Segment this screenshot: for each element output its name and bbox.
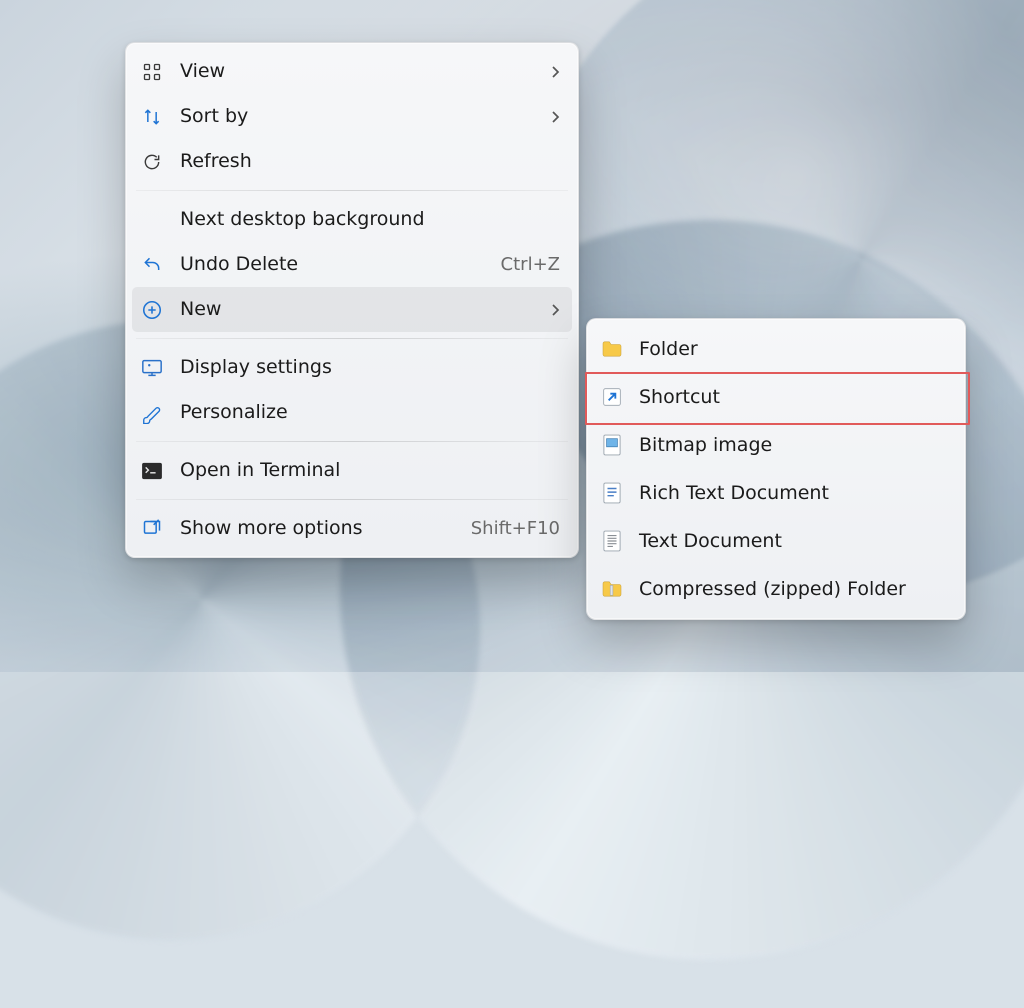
menu-item-display-settings[interactable]: Display settings (126, 345, 578, 390)
grid-icon (140, 60, 164, 84)
submenu-item-label: Folder (639, 327, 947, 372)
submenu-item-label: Rich Text Document (639, 471, 947, 516)
menu-item-personalize[interactable]: Personalize (126, 390, 578, 435)
sort-icon (140, 105, 164, 129)
menu-item-open-in-terminal[interactable]: Open in Terminal (126, 448, 578, 493)
menu-item-label: Personalize (180, 390, 560, 435)
rtf-icon (601, 482, 623, 504)
menu-item-label: Sort by (180, 94, 534, 139)
menu-separator (136, 441, 568, 442)
zip-folder-icon (601, 578, 623, 600)
menu-separator (136, 338, 568, 339)
folder-icon (601, 338, 623, 360)
menu-item-sort-by[interactable]: Sort by (126, 94, 578, 139)
submenu-item-label: Shortcut (639, 375, 947, 420)
terminal-icon (140, 459, 164, 483)
menu-item-label: Display settings (180, 345, 560, 390)
show-more-icon (140, 517, 164, 541)
submenu-item-rtf[interactable]: Rich Text Document (587, 469, 965, 517)
menu-item-new[interactable]: New (132, 287, 572, 332)
undo-icon (140, 253, 164, 277)
menu-item-label: Open in Terminal (180, 448, 560, 493)
submenu-item-label: Bitmap image (639, 423, 947, 468)
menu-separator (136, 499, 568, 500)
blank-icon (140, 208, 164, 232)
chevron-right-icon (550, 109, 560, 125)
menu-item-label: New (180, 287, 534, 332)
menu-item-undo-delete[interactable]: Undo Delete Ctrl+Z (126, 242, 578, 287)
menu-item-accelerator: Ctrl+Z (501, 242, 560, 287)
new-submenu: Folder Shortcut Bitmap image Rich Text D… (586, 318, 966, 620)
submenu-item-folder[interactable]: Folder (587, 325, 965, 373)
submenu-item-shortcut[interactable]: Shortcut (587, 373, 965, 421)
text-doc-icon (601, 530, 623, 552)
submenu-item-label: Compressed (zipped) Folder (639, 567, 947, 612)
chevron-right-icon (550, 64, 560, 80)
submenu-item-bitmap[interactable]: Bitmap image (587, 421, 965, 469)
menu-item-label: View (180, 49, 534, 94)
menu-item-show-more-options[interactable]: Show more options Shift+F10 (126, 506, 578, 551)
menu-item-next-desktop-bg[interactable]: Next desktop background (126, 197, 578, 242)
menu-item-refresh[interactable]: Refresh (126, 139, 578, 184)
menu-item-view[interactable]: View (126, 49, 578, 94)
bitmap-icon (601, 434, 623, 456)
submenu-item-zip-folder[interactable]: Compressed (zipped) Folder (587, 565, 965, 613)
menu-item-label: Refresh (180, 139, 560, 184)
menu-separator (136, 190, 568, 191)
menu-item-label: Show more options (180, 506, 455, 551)
menu-item-label: Next desktop background (180, 197, 560, 242)
refresh-icon (140, 150, 164, 174)
chevron-right-icon (550, 302, 560, 318)
shortcut-icon (601, 386, 623, 408)
submenu-item-text-document[interactable]: Text Document (587, 517, 965, 565)
display-settings-icon (140, 356, 164, 380)
menu-item-label: Undo Delete (180, 242, 485, 287)
submenu-item-label: Text Document (639, 519, 947, 564)
new-icon (140, 298, 164, 322)
personalize-icon (140, 401, 164, 425)
desktop-context-menu: View Sort by Refresh Next desktop backgr… (125, 42, 579, 558)
menu-item-accelerator: Shift+F10 (471, 506, 560, 551)
